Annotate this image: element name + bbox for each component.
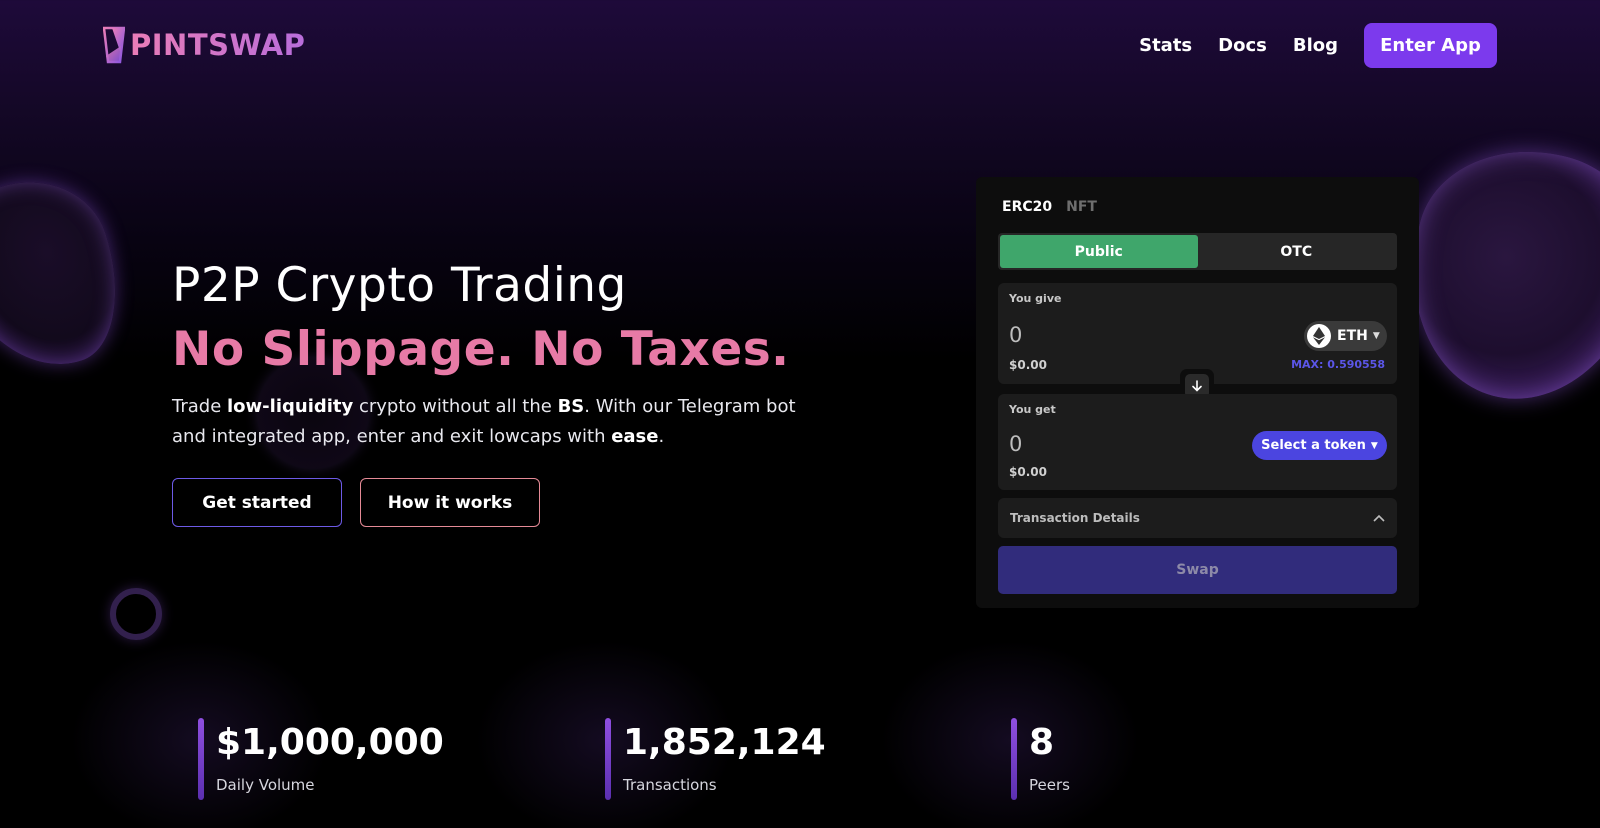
transaction-details-label: Transaction Details: [1010, 511, 1140, 525]
stat-accent-bar: [198, 718, 204, 800]
transaction-details-toggle[interactable]: Transaction Details: [998, 498, 1397, 538]
site-header: PINTSWAP Stats Docs Blog Enter App: [0, 0, 1600, 90]
swap-card: ERC20 NFT Public OTC You give 0 $0.00 ET…: [976, 177, 1419, 608]
nav-docs[interactable]: Docs: [1218, 35, 1267, 56]
stat-label: Transactions: [623, 776, 717, 794]
select-token-button[interactable]: Select a token ▼: [1252, 431, 1387, 460]
main-nav: Stats Docs Blog Enter App: [1139, 23, 1497, 68]
chevron-down-icon: ▼: [1372, 331, 1380, 341]
enter-app-button[interactable]: Enter App: [1364, 23, 1497, 68]
logo[interactable]: PINTSWAP: [103, 26, 305, 64]
hero-title: P2P Crypto Trading: [172, 258, 627, 313]
chevron-up-icon: [1373, 514, 1385, 522]
eth-icon: [1307, 324, 1331, 348]
mode-otc[interactable]: OTC: [1198, 235, 1396, 268]
cta-row: Get started How it works: [172, 478, 852, 527]
stat-accent-bar: [605, 718, 611, 800]
stat-label: Daily Volume: [216, 776, 315, 794]
hero-subtitle: No Slippage. No Taxes.: [172, 322, 790, 377]
stat-value: 1,852,124: [623, 722, 826, 763]
nav-blog[interactable]: Blog: [1293, 35, 1338, 56]
stat-label: Peers: [1029, 776, 1070, 794]
get-usd-value: $0.00: [1009, 465, 1047, 479]
stat-transactions: 1,852,124 Transactions: [605, 718, 826, 800]
stat-accent-bar: [1011, 718, 1017, 800]
desc-bold: low-liquidity: [227, 396, 354, 417]
asset-type-tabs: ERC20 NFT: [1002, 199, 1111, 215]
swap-button[interactable]: Swap: [998, 546, 1397, 594]
desc-text: .: [658, 426, 665, 447]
max-balance[interactable]: MAX: 0.590558: [1291, 358, 1385, 371]
get-panel: You get 0 $0.00 Select a token ▼: [998, 394, 1397, 490]
give-label: You give: [1009, 292, 1062, 305]
get-amount-input[interactable]: 0: [1009, 432, 1022, 456]
desc-text: Trade: [172, 396, 228, 417]
trade-mode-toggle: Public OTC: [998, 233, 1397, 270]
logo-pint-icon: [103, 26, 125, 64]
nav-stats[interactable]: Stats: [1139, 35, 1192, 56]
decorative-blob-left: [0, 160, 141, 390]
stat-daily-volume: $1,000,000 Daily Volume: [198, 718, 444, 800]
tab-nft[interactable]: NFT: [1066, 199, 1097, 215]
give-amount-input[interactable]: 0: [1009, 323, 1022, 347]
stat-glow: [880, 640, 1140, 828]
give-usd-value: $0.00: [1009, 358, 1047, 372]
stat-peers: 8 Peers: [1011, 718, 1070, 800]
stat-value: 8: [1029, 722, 1055, 763]
hero-description: Trade low-liquidity crypto without all t…: [172, 392, 832, 452]
stat-value: $1,000,000: [216, 722, 444, 763]
desc-text: crypto without all the: [353, 396, 558, 417]
decorative-ring: [110, 588, 162, 640]
give-token-name: ETH: [1337, 328, 1368, 344]
select-token-label: Select a token: [1261, 438, 1366, 453]
get-label: You get: [1009, 403, 1056, 416]
mode-public[interactable]: Public: [1000, 235, 1198, 268]
hero-section: P2P Crypto Trading No Slippage. No Taxes…: [172, 258, 852, 527]
desc-bold: ease: [611, 426, 659, 447]
chevron-down-icon: ▼: [1370, 440, 1378, 451]
logo-text: PINTSWAP: [130, 28, 306, 62]
desc-bold: BS: [557, 396, 585, 417]
get-started-button[interactable]: Get started: [172, 478, 342, 527]
tab-erc20[interactable]: ERC20: [1002, 199, 1052, 215]
give-token-selector[interactable]: ETH ▼: [1304, 321, 1387, 351]
how-it-works-button[interactable]: How it works: [360, 478, 540, 527]
